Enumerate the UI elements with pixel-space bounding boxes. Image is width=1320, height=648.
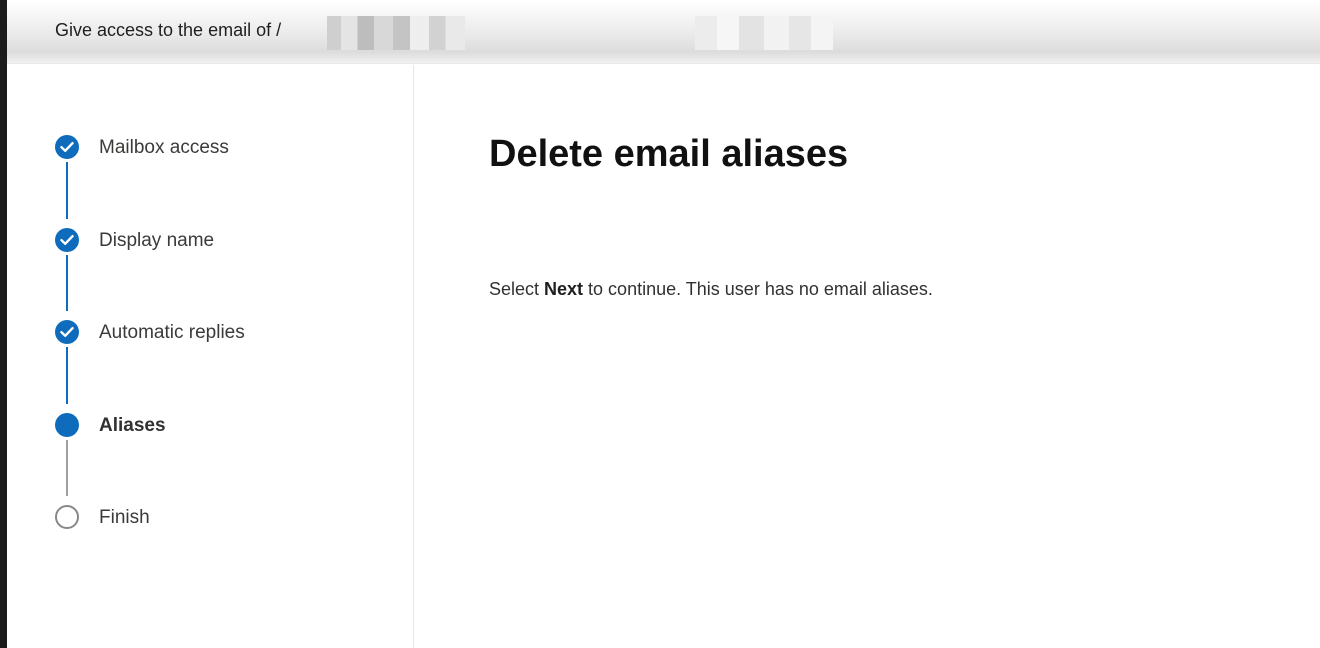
step-label-current: Aliases bbox=[99, 415, 166, 436]
no-aliases-message: Select Next to continue. This user has n… bbox=[489, 279, 933, 300]
redacted-user-email bbox=[695, 16, 833, 50]
step-connector bbox=[66, 440, 68, 496]
dialog-window: Give access to the email of / Mailbox ac… bbox=[0, 0, 1320, 648]
filled-circle-icon bbox=[55, 413, 79, 437]
checkmark-circle-icon bbox=[55, 135, 79, 159]
step-connector bbox=[66, 347, 68, 404]
step-label: Display name bbox=[99, 230, 215, 251]
page-title: Delete email aliases bbox=[489, 133, 849, 175]
step-label: Mailbox access bbox=[99, 137, 229, 158]
redacted-user-name bbox=[327, 16, 465, 50]
step-label: Finish bbox=[99, 507, 150, 528]
step-label: Automatic replies bbox=[99, 322, 245, 343]
empty-circle-icon bbox=[55, 505, 79, 529]
step-connector bbox=[66, 162, 68, 219]
message-suffix: to continue. This user has no email alia… bbox=[583, 279, 933, 299]
window-edge bbox=[0, 0, 7, 648]
step-connector bbox=[66, 255, 68, 311]
checkmark-circle-icon bbox=[55, 320, 79, 344]
message-next-keyword: Next bbox=[544, 279, 584, 299]
message-prefix: Select bbox=[489, 279, 545, 299]
wizard-steps-panel: Mailbox access Display name Automatic re… bbox=[7, 65, 414, 648]
dialog-title: Give access to the email of / bbox=[55, 20, 282, 40]
dialog-header: Give access to the email of / bbox=[7, 0, 1320, 64]
wizard-content: Delete email aliases Select Next to cont… bbox=[414, 65, 1320, 648]
checkmark-circle-icon bbox=[55, 228, 79, 252]
